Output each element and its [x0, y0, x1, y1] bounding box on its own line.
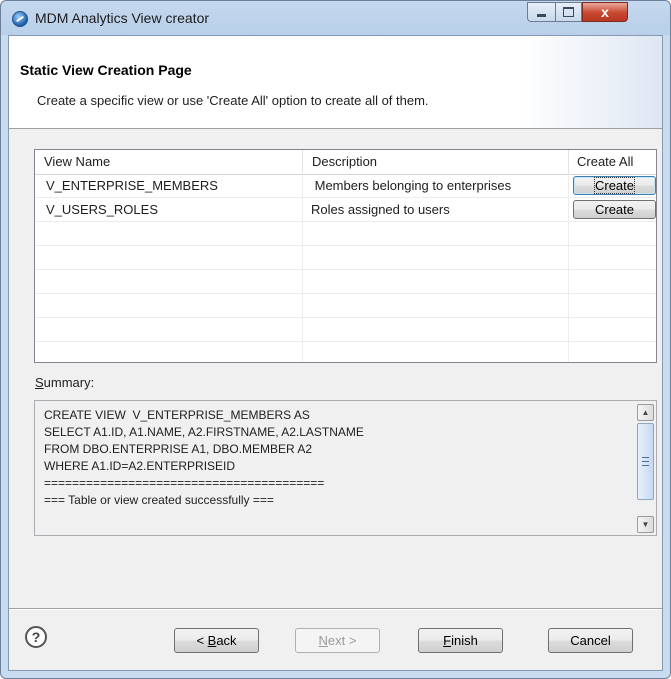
empty-cell — [35, 294, 303, 317]
view-name-cell: V_USERS_ROLES — [35, 198, 303, 221]
create-button-label: Create — [594, 202, 635, 217]
finish-accel: F — [443, 633, 452, 648]
empty-table-row — [35, 342, 656, 362]
create-button[interactable]: Create — [573, 176, 656, 195]
column-header-description[interactable]: Description — [303, 150, 569, 174]
empty-table-row — [35, 270, 656, 294]
empty-cell — [303, 270, 569, 293]
app-icon — [12, 11, 28, 27]
next-button[interactable]: Next > — [295, 628, 380, 653]
empty-cell — [569, 270, 670, 293]
create-button-label: Create — [593, 177, 636, 194]
create-button[interactable]: Create — [573, 200, 656, 219]
scroll-thumb[interactable] — [637, 423, 654, 500]
empty-table-row — [35, 318, 656, 342]
table-row[interactable]: V_ENTERPRISE_MEMBERS Members belonging t… — [35, 174, 656, 198]
back-button[interactable]: < Back — [174, 628, 259, 653]
page-title: Static View Creation Page — [20, 62, 192, 78]
summary-text: CREATE VIEW V_ENTERPRISE_MEMBERS AS SELEC… — [44, 407, 364, 509]
column-header-view-name[interactable]: View Name — [35, 150, 303, 174]
maximize-button[interactable] — [555, 2, 582, 22]
title-bar[interactable]: MDM Analytics View creator x — [1, 1, 670, 35]
table-row[interactable]: V_USERS_ROLES Roles assigned to users Cr… — [35, 198, 656, 222]
next-rest: ext > — [327, 633, 357, 648]
minimize-icon — [537, 13, 546, 17]
summary-label: Summary: — [35, 375, 94, 390]
empty-table-row — [35, 246, 656, 270]
back-prefix: < — [196, 633, 208, 648]
empty-cell — [303, 318, 569, 341]
empty-cell — [35, 222, 303, 245]
window-title: MDM Analytics View creator — [35, 10, 210, 26]
column-header-create-all[interactable]: Create All — [569, 150, 670, 174]
action-cell: Create — [569, 174, 670, 197]
summary-textarea[interactable]: CREATE VIEW V_ENTERPRISE_MEMBERS AS SELEC… — [34, 400, 657, 536]
empty-cell — [35, 246, 303, 269]
grip-icon — [642, 457, 649, 466]
views-table[interactable]: View Name Description Create All V_ENTER… — [34, 149, 657, 363]
dialog-client-area: Static View Creation Page Create a speci… — [8, 35, 663, 671]
maximize-icon — [563, 7, 574, 17]
table-header: View Name Description Create All — [35, 150, 656, 175]
empty-cell — [569, 294, 670, 317]
empty-table-row — [35, 294, 656, 318]
empty-cell — [35, 318, 303, 341]
empty-cell — [303, 294, 569, 317]
empty-cell — [35, 270, 303, 293]
summary-line: WHERE A1.ID=A2.ENTERPRISEID — [44, 459, 236, 473]
empty-cell — [303, 246, 569, 269]
empty-cell — [35, 342, 303, 362]
wizard-window: MDM Analytics View creator x Static View… — [0, 0, 671, 679]
help-icon[interactable]: ? — [25, 626, 47, 648]
summary-line: CREATE VIEW V_ENTERPRISE_MEMBERS AS — [44, 408, 310, 422]
description-cell: Roles assigned to users — [303, 198, 569, 221]
summary-line: ======================================== — [44, 476, 325, 490]
next-accel: N — [318, 633, 328, 648]
button-bar-separator — [9, 608, 662, 610]
summary-scrollbar[interactable]: ▲ ▼ — [637, 404, 654, 533]
minimize-button[interactable] — [527, 2, 555, 22]
scroll-up-icon[interactable]: ▲ — [637, 404, 654, 421]
description-cell: Members belonging to enterprises — [303, 174, 569, 197]
page-description: Create a specific view or use 'Create Al… — [37, 93, 429, 108]
empty-cell — [303, 222, 569, 245]
finish-rest: inish — [451, 633, 478, 648]
cancel-button[interactable]: Cancel — [548, 628, 633, 653]
summary-label-accel: S — [35, 375, 44, 390]
wizard-banner: Static View Creation Page Create a speci… — [9, 36, 662, 129]
summary-label-rest: ummary: — [43, 375, 95, 390]
action-cell: Create — [569, 198, 670, 221]
summary-line: SELECT A1.ID, A1.NAME, A2.FIRSTNAME, A2.… — [44, 425, 364, 439]
view-name-cell: V_ENTERPRISE_MEMBERS — [35, 174, 303, 197]
empty-cell — [569, 246, 670, 269]
close-icon: x — [601, 4, 609, 20]
finish-button[interactable]: Finish — [418, 628, 503, 653]
empty-cell — [569, 342, 670, 362]
summary-line: FROM DBO.ENTERPRISE A1, DBO.MEMBER A2 — [44, 442, 313, 456]
empty-cell — [569, 222, 670, 245]
close-button[interactable]: x — [582, 2, 628, 22]
summary-line: === Table or view created successfully =… — [44, 493, 274, 507]
empty-cell — [569, 318, 670, 341]
empty-table-row — [35, 222, 656, 246]
scroll-down-icon[interactable]: ▼ — [637, 516, 654, 533]
back-rest: ack — [216, 633, 237, 648]
empty-cell — [303, 342, 569, 362]
